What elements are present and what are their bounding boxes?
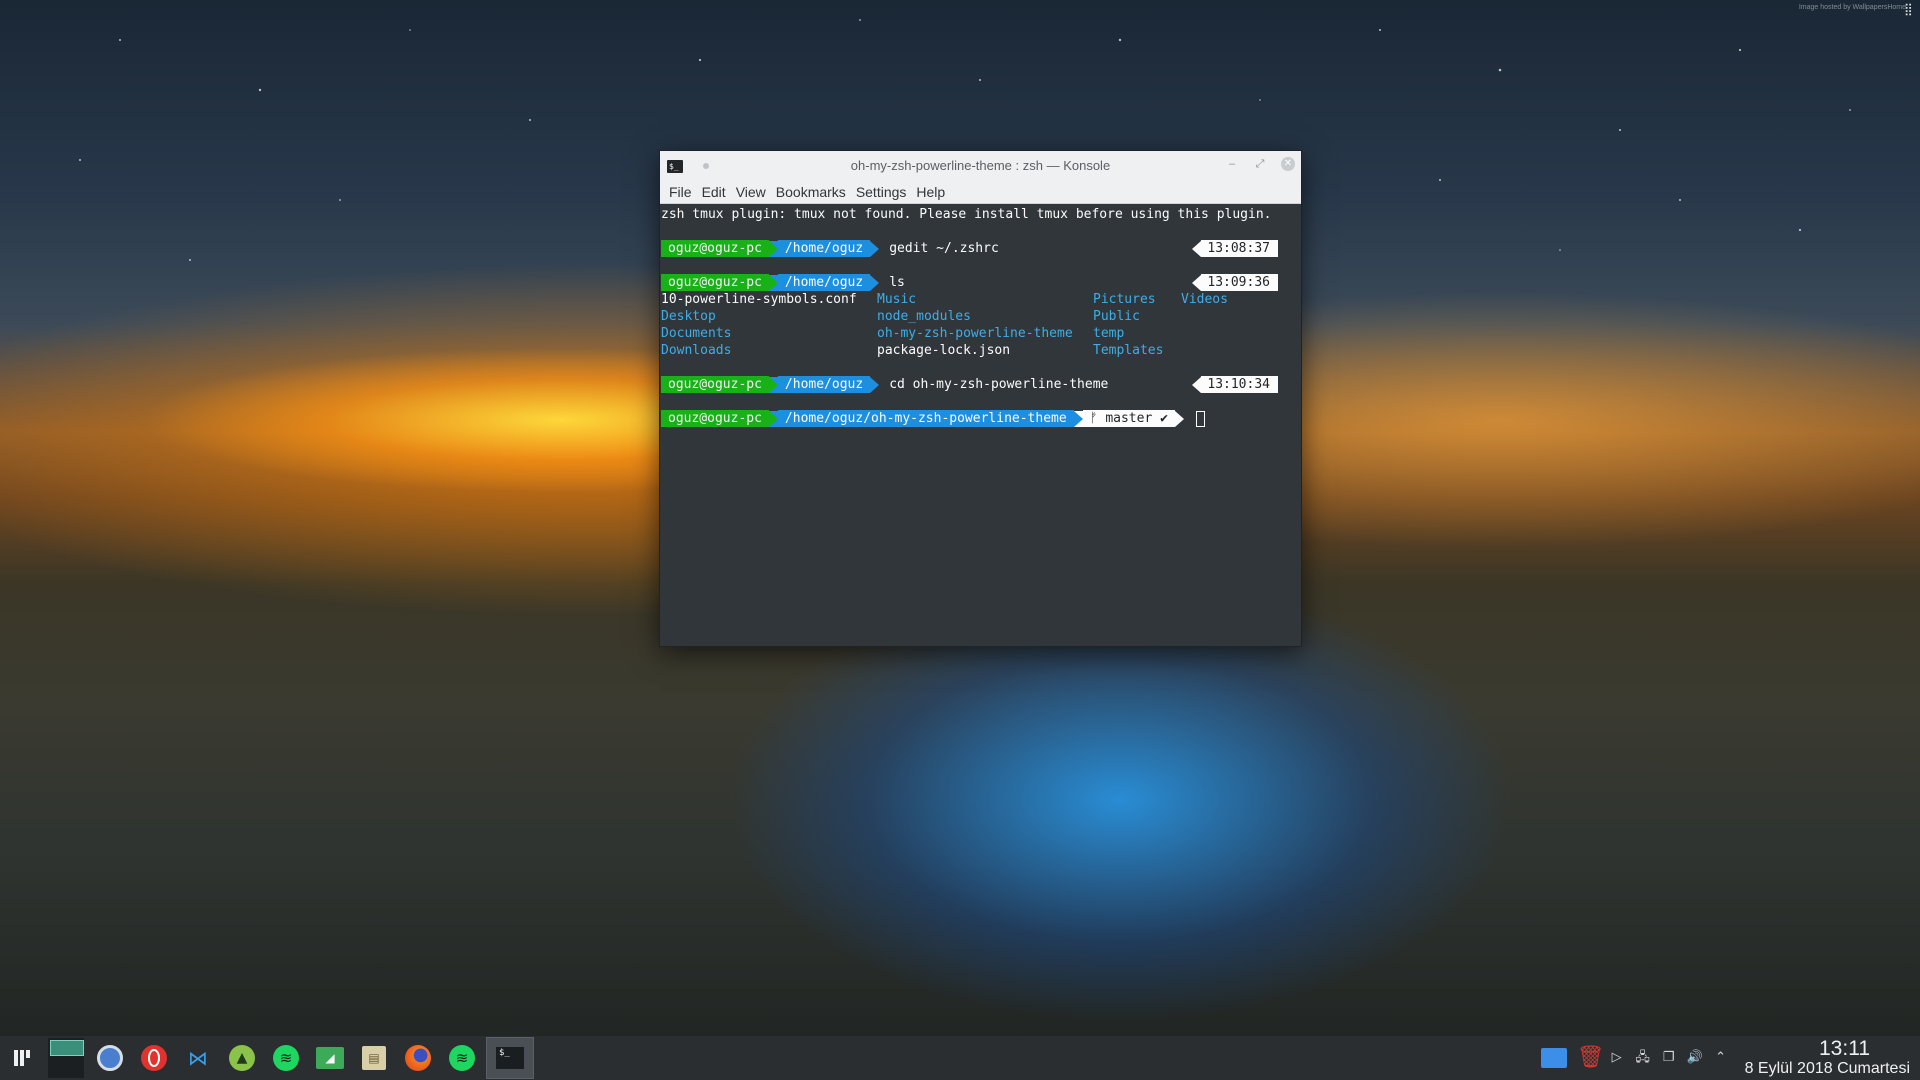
clipboard-icon[interactable]: ❐ — [1661, 1050, 1677, 1066]
chromium-icon — [97, 1045, 123, 1071]
ls-entry-dir: Videos — [1181, 292, 1228, 307]
vscode-icon: ⋈ — [185, 1045, 211, 1071]
opera-icon — [141, 1045, 167, 1071]
app-launcher-button[interactable] — [0, 1036, 44, 1080]
window-titlebar[interactable]: $_ oh-my-zsh-powerline-theme : zsh — Kon… — [660, 151, 1301, 181]
prompt-line: oguz@oguz-pc /home/oguz gedit ~/.zshrc 1… — [661, 240, 1300, 257]
ls-output: 10-powerline-symbols.conf Desktop Docume… — [661, 291, 1300, 359]
prompt-command: gedit ~/.zshrc — [889, 241, 999, 256]
chevron-up-icon[interactable]: ⌃ — [1713, 1050, 1729, 1066]
powerline-separator — [768, 274, 778, 291]
menu-edit[interactable]: Edit — [702, 184, 734, 200]
ls-entry-file: package-lock.json — [877, 343, 1011, 358]
tmux-warning: zsh tmux plugin: tmux not found. Please … — [661, 207, 1272, 222]
prompt-git-branch: ᚠ master ✔ — [1082, 410, 1175, 427]
ls-entry-dir: Templates — [1093, 343, 1164, 358]
powerline-separator — [870, 274, 880, 291]
desktop-folder-icon[interactable] — [1540, 1048, 1567, 1068]
maximize-icon[interactable]: ⤢ — [1253, 158, 1267, 171]
taskbar-opera[interactable] — [132, 1036, 176, 1080]
prompt-time-text: 13:08:37 — [1201, 240, 1278, 257]
pager-desktop-1[interactable] — [50, 1040, 84, 1056]
taskbar-chromium[interactable] — [88, 1036, 132, 1080]
taskbar-spotify[interactable]: ≋ — [264, 1036, 308, 1080]
prompt-time: 13:08:37 — [1192, 240, 1278, 257]
digital-clock[interactable]: 13:11 8 Eylül 2018 Cumartesi — [1745, 1038, 1910, 1078]
prompt-time: 13:09:36 — [1192, 274, 1278, 291]
prompt-dir: /home/oguz — [777, 240, 871, 257]
prompt-command: ls — [889, 275, 905, 290]
prompt-line: oguz@oguz-pc /home/oguz ls 13:09:36 — [661, 274, 1300, 291]
minimize-icon[interactable]: – — [1225, 158, 1239, 170]
ls-entry-dir: temp — [1093, 326, 1125, 341]
ls-entry-dir: oh-my-zsh-powerline-theme — [877, 326, 1073, 341]
powerline-separator — [1174, 410, 1184, 427]
spotify-icon: ≋ — [273, 1045, 299, 1071]
taskbar: ⋈ ▲ ≋ ◢ ▤ ≋ $_ 🗑 ▷ 🖧 ❐ 🔊 ⌃ 13:11 8 Eylül… — [0, 1036, 1920, 1080]
menu-view[interactable]: View — [736, 184, 774, 200]
menu-bookmarks[interactable]: Bookmarks — [776, 184, 854, 200]
taskbar-konsole[interactable]: $_ — [486, 1037, 534, 1079]
taskbar-vscode[interactable]: ⋈ — [176, 1036, 220, 1080]
ls-entry-dir: Documents — [661, 326, 732, 341]
clock-time: 13:11 — [1819, 1037, 1870, 1060]
prompt-user: oguz@oguz-pc — [661, 410, 769, 427]
ls-entry-dir: Pictures — [1093, 292, 1156, 307]
powerline-separator — [870, 376, 880, 393]
konsole-icon: $_ — [496, 1047, 524, 1069]
prompt-command: cd oh-my-zsh-powerline-theme — [889, 377, 1109, 392]
wallpaper-watermark: Image hosted by WallpapersHome — [1798, 4, 1906, 11]
app-launcher-icon — [14, 1050, 30, 1066]
terminal-cursor[interactable] — [1195, 410, 1205, 427]
archive-icon: ▤ — [362, 1046, 386, 1070]
powerline-separator — [1073, 410, 1083, 427]
ls-entry-dir: Public — [1093, 309, 1140, 324]
prompt-dir: /home/oguz/oh-my-zsh-powerline-theme — [777, 410, 1074, 427]
file-manager-icon: ◢ — [316, 1047, 344, 1069]
prompt-dir: /home/oguz — [777, 376, 871, 393]
close-icon[interactable]: ✕ — [1281, 157, 1295, 171]
clock-date: 8 Eylül 2018 Cumartesi — [1744, 1060, 1910, 1077]
prompt-line-current: oguz@oguz-pc /home/oguz/oh-my-zsh-powerl… — [661, 410, 1300, 427]
powerline-separator — [768, 240, 778, 257]
taskbar-spotify-2[interactable]: ≋ — [440, 1036, 484, 1080]
trash-icon[interactable]: 🗑 — [1577, 1046, 1605, 1070]
ls-entry-dir: node_modules — [877, 309, 971, 324]
firefox-icon — [405, 1045, 431, 1071]
taskbar-archive[interactable]: ▤ — [352, 1036, 396, 1080]
system-tray: 🗑 ▷ 🖧 ❐ 🔊 ⌃ 13:11 8 Eylül 2018 Cumartesi — [1540, 1036, 1910, 1080]
terminal-area[interactable]: zsh tmux plugin: tmux not found. Please … — [660, 204, 1301, 646]
network-icon[interactable]: 🖧 — [1635, 1050, 1651, 1066]
volume-icon[interactable]: 🔊 — [1687, 1050, 1703, 1066]
powerline-separator — [870, 240, 880, 257]
window-title: oh-my-zsh-powerline-theme : zsh — Konsol… — [850, 158, 1111, 173]
menu-help[interactable]: Help — [916, 184, 953, 200]
android-studio-icon: ▲ — [229, 1045, 255, 1071]
konsole-window[interactable]: $_ oh-my-zsh-powerline-theme : zsh — Kon… — [659, 150, 1302, 647]
taskbar-firefox[interactable] — [396, 1036, 440, 1080]
desktop-toolbox-icon[interactable]: ⣿ — [1904, 2, 1918, 16]
prompt-time: 13:10:34 — [1192, 376, 1278, 393]
desktop-pager[interactable] — [48, 1038, 84, 1078]
prompt-dir: /home/oguz — [777, 274, 871, 291]
taskbar-android-studio[interactable]: ▲ — [220, 1036, 264, 1080]
prompt-user: oguz@oguz-pc — [661, 274, 769, 291]
taskbar-file-manager[interactable]: ◢ — [308, 1036, 352, 1080]
ls-entry-dir: Desktop — [661, 309, 716, 324]
ls-entry-dir: Downloads — [661, 343, 732, 358]
menu-settings[interactable]: Settings — [856, 184, 915, 200]
prompt-user: oguz@oguz-pc — [661, 240, 769, 257]
menu-file[interactable]: File — [669, 184, 700, 200]
spotify-icon: ≋ — [449, 1045, 475, 1071]
menubar: File Edit View Bookmarks Settings Help — [660, 181, 1301, 204]
powerline-separator — [768, 410, 778, 427]
prompt-time-text: 13:10:34 — [1201, 376, 1278, 393]
prompt-time-text: 13:09:36 — [1201, 274, 1278, 291]
powerline-separator — [768, 376, 778, 393]
prompt-user: oguz@oguz-pc — [661, 376, 769, 393]
media-player-icon[interactable]: ▷ — [1609, 1050, 1625, 1066]
ls-entry-file: 10-powerline-symbols.conf — [661, 292, 857, 307]
ls-entry-dir: Music — [877, 292, 917, 307]
prompt-line: oguz@oguz-pc /home/oguz cd oh-my-zsh-pow… — [661, 376, 1300, 393]
